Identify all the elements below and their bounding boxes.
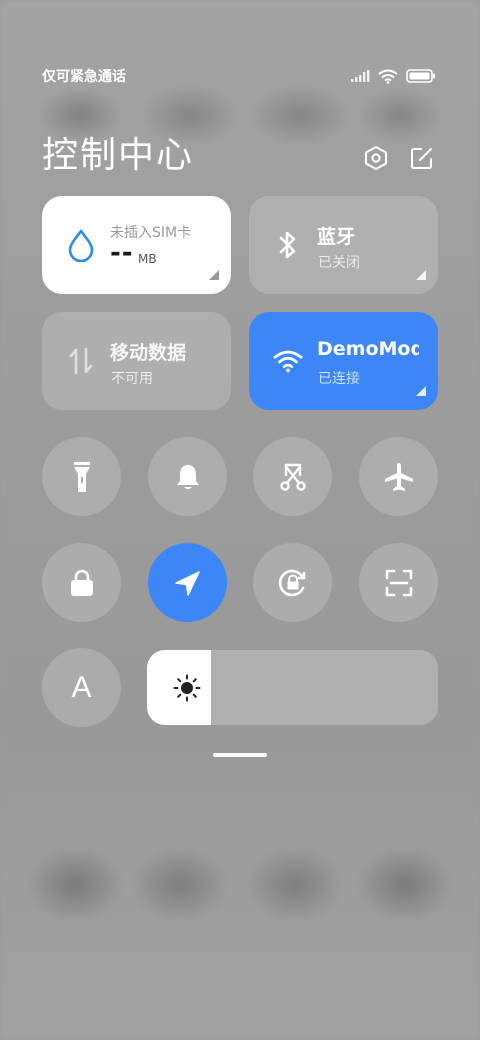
sun-icon bbox=[173, 674, 201, 702]
bell-icon bbox=[176, 464, 199, 489]
expand-corner-icon bbox=[416, 270, 426, 280]
battery-icon bbox=[406, 69, 435, 83]
page-title: 控制中心 bbox=[42, 135, 195, 176]
rotation-lock-button[interactable] bbox=[253, 543, 332, 622]
lock-screen-button[interactable] bbox=[42, 543, 121, 622]
bluetooth-status: 已关闭 bbox=[318, 255, 360, 271]
mobile-data-status: 不可用 bbox=[111, 371, 153, 387]
control-center: 仅可紧急通话 控制中心 未插入SIM卡 -- MB 蓝牙 已关闭 移动数据 不可… bbox=[0, 0, 480, 1040]
wifi-network-name: DemoMode bbox=[317, 338, 419, 360]
scissors-icon bbox=[279, 463, 306, 491]
expand-corner-icon bbox=[209, 270, 219, 280]
data-usage-value: -- bbox=[110, 238, 134, 268]
mobile-data-tile[interactable]: 移动数据 不可用 bbox=[42, 312, 231, 410]
font-size-button[interactable]: A bbox=[42, 648, 121, 727]
brightness-slider[interactable] bbox=[147, 650, 438, 725]
font-size-icon: A bbox=[71, 670, 92, 704]
wifi-icon bbox=[378, 69, 398, 84]
edit-button[interactable] bbox=[408, 144, 436, 172]
flashlight-icon bbox=[73, 461, 90, 492]
water-drop-icon bbox=[66, 228, 96, 262]
screenshot-button[interactable] bbox=[253, 437, 332, 516]
lock-icon bbox=[70, 569, 93, 596]
scanner-button[interactable] bbox=[359, 543, 438, 622]
mobile-data-title: 移动数据 bbox=[110, 342, 187, 364]
airplane-icon bbox=[384, 462, 413, 491]
wifi-tile[interactable]: DemoMode 已连接 bbox=[249, 312, 438, 410]
scan-icon bbox=[385, 569, 412, 596]
edit-icon bbox=[411, 148, 432, 169]
bluetooth-icon bbox=[273, 228, 303, 262]
carrier-status-text: 仅可紧急通话 bbox=[42, 69, 126, 85]
rotation-lock-icon bbox=[278, 569, 305, 596]
wifi-icon bbox=[273, 344, 303, 378]
bluetooth-title: 蓝牙 bbox=[317, 226, 356, 248]
signal-icon bbox=[351, 70, 370, 82]
data-usage-tile[interactable]: 未插入SIM卡 -- MB bbox=[42, 196, 231, 294]
status-bar: 仅可紧急通话 bbox=[42, 64, 436, 88]
mobile-data-icon bbox=[66, 344, 96, 378]
settings-icon bbox=[365, 146, 387, 170]
data-usage-unit: MB bbox=[138, 252, 157, 266]
airplane-mode-button[interactable] bbox=[359, 437, 438, 516]
header: 控制中心 bbox=[42, 124, 438, 176]
location-button[interactable] bbox=[148, 543, 227, 622]
wifi-status: 已连接 bbox=[318, 371, 360, 387]
location-arrow-icon bbox=[174, 570, 200, 596]
ringer-button[interactable] bbox=[148, 437, 227, 516]
status-icons bbox=[350, 69, 436, 84]
settings-button[interactable] bbox=[362, 144, 390, 172]
expand-corner-icon bbox=[416, 386, 426, 396]
drag-handle[interactable] bbox=[213, 753, 267, 757]
bluetooth-tile[interactable]: 蓝牙 已关闭 bbox=[249, 196, 438, 294]
flashlight-button[interactable] bbox=[42, 437, 121, 516]
